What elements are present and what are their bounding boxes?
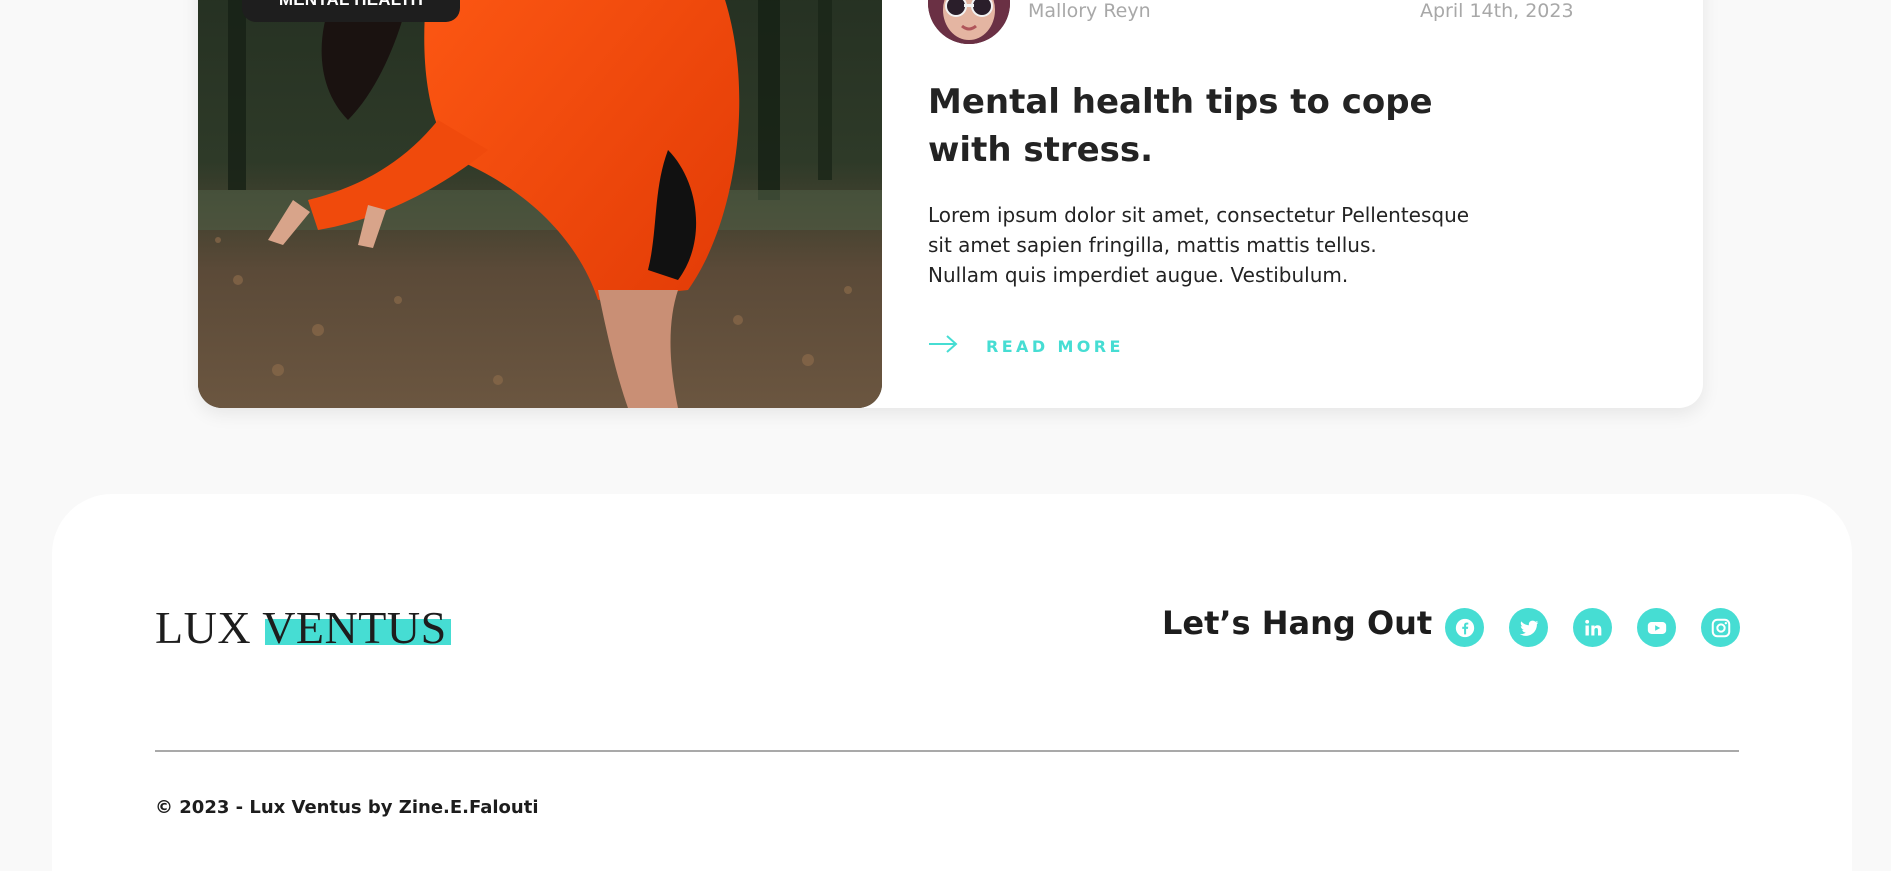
facebook-icon[interactable] <box>1445 608 1484 647</box>
excerpt-line: sit amet sapien fringilla, mattis mattis… <box>928 233 1377 257</box>
arrow-right-icon <box>928 334 958 358</box>
post-image[interactable] <box>198 0 882 408</box>
excerpt-line: Lorem ipsum dolor sit amet, consectetur … <box>928 203 1470 227</box>
footer-divider <box>155 750 1739 752</box>
category-tag[interactable]: MENTAL HEALTH <box>242 0 460 22</box>
post-title[interactable]: Mental health tips to cope with stress. <box>928 78 1448 174</box>
excerpt-line: Nullam quis imperdiet augue. Vestibulum. <box>928 263 1349 287</box>
linkedin-icon[interactable] <box>1573 608 1612 647</box>
post-excerpt: Lorem ipsum dolor sit amet, consectetur … <box>928 200 1488 290</box>
logo-text: LUX VENTUS <box>155 602 447 653</box>
copyright-text: © 2023 - Lux Ventus by Zine.E.Falouti <box>155 797 539 818</box>
twitter-icon[interactable] <box>1509 608 1548 647</box>
hangout-heading: Let’s Hang Out <box>1162 604 1433 642</box>
youtube-icon[interactable] <box>1637 608 1676 647</box>
post-author[interactable]: Mallory Reyn <box>1028 0 1151 22</box>
post-date: April 14th, 2023 <box>1420 0 1574 22</box>
footer-logo[interactable]: LUX VENTUS <box>155 603 455 653</box>
instagram-icon[interactable] <box>1701 608 1740 647</box>
read-more-label: READ MORE <box>986 336 1124 356</box>
read-more-link[interactable]: READ MORE <box>928 333 1124 359</box>
page: MENTAL HEALTH Mallory Reyn April 14th, 2… <box>0 0 1891 871</box>
